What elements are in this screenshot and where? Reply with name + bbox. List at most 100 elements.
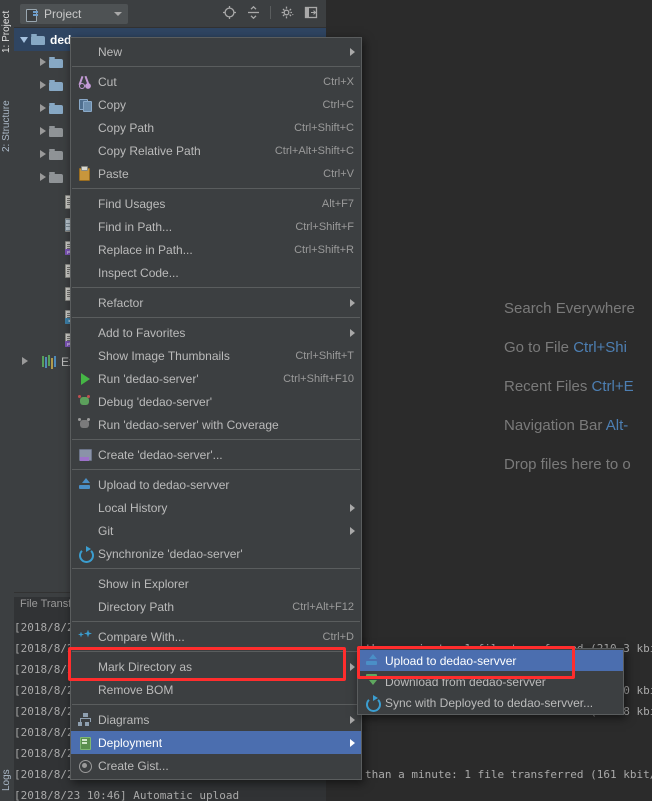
menu-item-copy-path[interactable]: Copy Path Ctrl+Shift+C	[71, 116, 361, 139]
chevron-right-icon[interactable]	[38, 149, 49, 160]
menu-item-remove-bom[interactable]: Remove BOM	[71, 678, 361, 701]
folder-icon	[49, 57, 64, 69]
menu-item-diagrams[interactable]: Diagrams	[71, 708, 361, 731]
submenu-item-upload-to-server[interactable]: Upload to dedao-servver	[358, 650, 623, 671]
menu-item-add-to-favorites[interactable]: Add to Favorites	[71, 321, 361, 344]
chevron-right-icon[interactable]	[38, 80, 49, 91]
left-tool-strip: 1: Project 2: Structure Logs	[0, 0, 15, 801]
menu-item-inspect-code[interactable]: Inspect Code...	[71, 261, 361, 284]
submenu-item-download-from-server[interactable]: Download from dedao-servver	[358, 671, 623, 692]
menu-item-new[interactable]: New	[71, 40, 361, 63]
menu-item-create-gist[interactable]: Create Gist...	[71, 754, 361, 777]
menu-item-run[interactable]: Run 'dedao-server' Ctrl+Shift+F10	[71, 367, 361, 390]
menu-item-run-with-coverage[interactable]: Run 'dedao-server' with Coverage	[71, 413, 361, 436]
no-icon	[77, 295, 95, 311]
gear-icon[interactable]	[280, 5, 295, 20]
tool-window-button-structure[interactable]: 2: Structure	[1, 90, 13, 162]
download-icon	[364, 674, 382, 690]
chevron-right-icon	[350, 716, 355, 724]
menu-item-label: Add to Favorites	[98, 326, 354, 340]
chevron-right-icon[interactable]	[38, 57, 49, 68]
menu-item-label: Replace in Path...	[98, 243, 276, 257]
menu-item-find-usages[interactable]: Find Usages Alt+F7	[71, 192, 361, 215]
menu-item-shortcut: Ctrl+V	[323, 168, 354, 180]
menu-item-label: Synchronize 'dedao-server'	[98, 547, 354, 561]
chevron-right-icon[interactable]	[38, 126, 49, 137]
menu-item-label: Compare With...	[98, 630, 305, 644]
menu-item-copy[interactable]: Copy Ctrl+C	[71, 93, 361, 116]
menu-item-shortcut: Ctrl+D	[323, 631, 354, 643]
deployment-submenu: Upload to dedao-servver Download from de…	[357, 648, 624, 715]
menu-separator	[72, 651, 360, 652]
hint-drop-files: Drop files here to o	[504, 456, 631, 473]
menu-item-label: Mark Directory as	[98, 660, 354, 674]
menu-item-shortcut: Ctrl+Alt+Shift+C	[275, 145, 354, 157]
menu-item-label: Upload to dedao-servver	[98, 478, 354, 492]
menu-item-directory-path[interactable]: Directory Path Ctrl+Alt+F12	[71, 595, 361, 618]
diagram-icon	[77, 712, 95, 728]
hint-shortcut: Ctrl+E	[592, 378, 634, 395]
chevron-right-icon[interactable]	[38, 103, 49, 114]
menu-item-upload-to-server[interactable]: Upload to dedao-servver	[71, 473, 361, 496]
tool-window-button-project[interactable]: 1: Project	[1, 2, 13, 62]
menu-item-mark-directory-as[interactable]: Mark Directory as	[71, 655, 361, 678]
no-icon	[77, 143, 95, 159]
menu-separator	[72, 704, 360, 705]
chevron-right-icon[interactable]	[38, 172, 49, 183]
no-icon	[77, 576, 95, 592]
menu-item-label: New	[98, 45, 354, 59]
menu-item-label: Show Image Thumbnails	[98, 349, 277, 363]
locate-icon[interactable]	[222, 5, 237, 20]
menu-item-label: Find in Path...	[98, 220, 277, 234]
menu-item-label: Deployment	[98, 736, 354, 750]
chevron-right-icon	[350, 329, 355, 337]
menu-item-cut[interactable]: Cut Ctrl+X	[71, 70, 361, 93]
sync-icon	[364, 695, 382, 711]
menu-item-label: Copy Relative Path	[98, 144, 257, 158]
folder-icon	[49, 126, 64, 138]
folder-icon	[31, 34, 46, 46]
copy-icon	[77, 97, 95, 113]
cut-icon	[77, 74, 95, 90]
chevron-right-icon	[350, 527, 355, 535]
chevron-down-icon[interactable]	[114, 12, 122, 16]
no-icon	[77, 500, 95, 516]
project-tab[interactable]: Project	[20, 4, 128, 24]
menu-item-debug[interactable]: Debug 'dedao-server'	[71, 390, 361, 413]
menu-item-find-in-path[interactable]: Find in Path... Ctrl+Shift+F	[71, 215, 361, 238]
collapse-all-icon[interactable]	[246, 5, 261, 20]
debug-icon	[77, 394, 95, 410]
hint-label: Drop files here to o	[504, 456, 631, 473]
context-menu: New Cut Ctrl+X Copy Ctrl+C Copy Path Ctr…	[70, 37, 362, 780]
menu-item-deployment[interactable]: Deployment	[71, 731, 361, 754]
hint-shortcut: Alt-	[606, 417, 629, 434]
chevron-down-icon[interactable]	[20, 34, 31, 45]
menu-item-label: Git	[98, 524, 354, 538]
menu-item-show-image-thumbnails[interactable]: Show Image Thumbnails Ctrl+Shift+T	[71, 344, 361, 367]
menu-item-paste[interactable]: Paste Ctrl+V	[71, 162, 361, 185]
no-icon	[77, 44, 95, 60]
hide-icon[interactable]	[304, 5, 319, 20]
menu-item-refactor[interactable]: Refactor	[71, 291, 361, 314]
log-line: [2018/8/23 10:46] Automatic upload	[14, 785, 652, 801]
menu-item-replace-in-path[interactable]: Replace in Path... Ctrl+Shift+R	[71, 238, 361, 261]
menu-item-label: Copy Path	[98, 121, 276, 135]
hint-shortcut: Ctrl+Shi	[573, 339, 627, 356]
menu-item-show-in-explorer[interactable]: Show in Explorer	[71, 572, 361, 595]
submenu-item-sync-with-deployed[interactable]: Sync with Deployed to dedao-servver...	[358, 692, 623, 713]
menu-item-label: Refactor	[98, 296, 354, 310]
menu-item-label: Run 'dedao-server'	[98, 372, 265, 386]
menu-item-synchronize[interactable]: Synchronize 'dedao-server'	[71, 542, 361, 565]
menu-item-git[interactable]: Git	[71, 519, 361, 542]
menu-item-local-history[interactable]: Local History	[71, 496, 361, 519]
menu-item-compare-with[interactable]: Compare With... Ctrl+D	[71, 625, 361, 648]
upload-icon	[77, 477, 95, 493]
menu-separator	[72, 287, 360, 288]
menu-item-copy-relative-path[interactable]: Copy Relative Path Ctrl+Alt+Shift+C	[71, 139, 361, 162]
menu-item-create-run-config[interactable]: Create 'dedao-server'...	[71, 443, 361, 466]
editor-background: Search Everywhere Go to File Ctrl+Shi Re…	[326, 0, 652, 592]
menu-item-shortcut: Alt+F7	[322, 198, 354, 210]
chevron-right-icon[interactable]	[20, 356, 31, 367]
tool-window-button-logs[interactable]: Logs	[1, 760, 13, 800]
no-icon	[77, 120, 95, 136]
